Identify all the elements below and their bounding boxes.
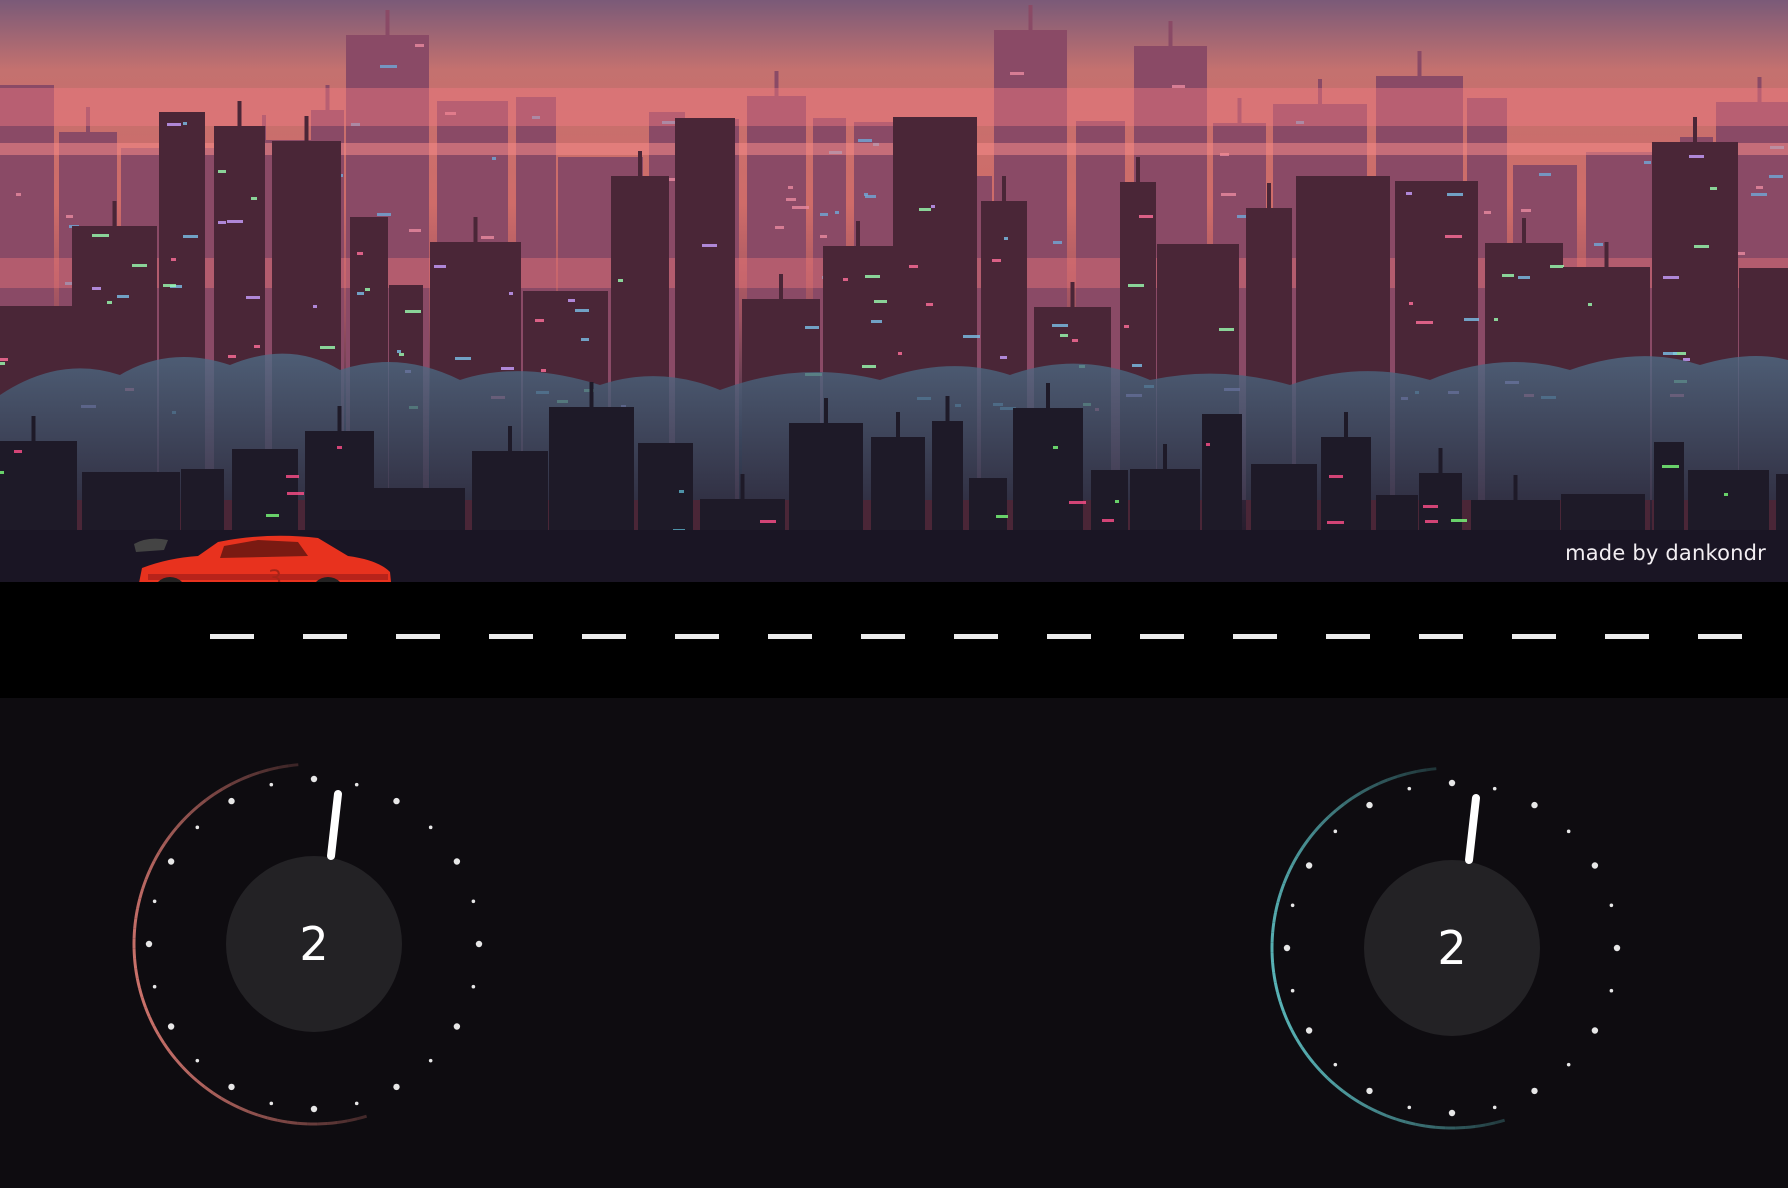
player-1-speed-gauge[interactable]: 2: [124, 754, 504, 1134]
credit-text: made by dankondr: [1565, 541, 1766, 565]
lane-divider: [210, 634, 1742, 639]
cyberpunk-skyline: [0, 0, 1788, 582]
race-road: [0, 582, 1788, 698]
player-2-gauge-value: 2: [1437, 921, 1467, 975]
player-1-gauge-value: 2: [299, 917, 329, 971]
control-panel: 2 2: [0, 698, 1788, 1188]
player-2-speed-gauge[interactable]: 2: [1262, 758, 1642, 1138]
city-background: made by dankondr: [0, 0, 1788, 582]
